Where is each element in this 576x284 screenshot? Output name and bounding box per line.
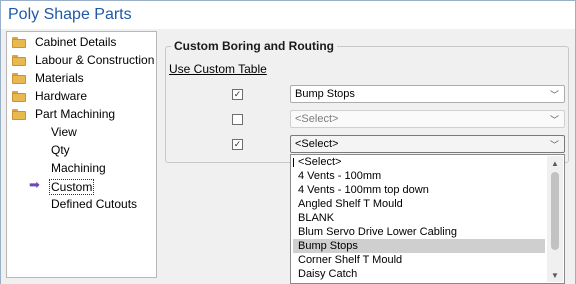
scroll-down-icon[interactable]: ▼ (547, 268, 563, 282)
dropdown-option-highlighted[interactable]: Bump Stops (293, 239, 545, 253)
tree-item-hardware[interactable]: Hardware (12, 87, 87, 105)
navigation-tree: Cabinet Details Labour & Construction Ma… (6, 31, 157, 278)
tree-item-cabinet-details[interactable]: Cabinet Details (12, 33, 116, 51)
combo-value: <Select> (295, 113, 339, 125)
group-title: Custom Boring and Routing (171, 39, 337, 53)
folder-icon (12, 36, 26, 48)
window-title: Poly Shape Parts (8, 6, 132, 23)
tree-item-label: Qty (51, 143, 70, 157)
tree-item-label: Labour & Construction (35, 53, 155, 67)
tree-item-label: Part Machining (35, 107, 116, 121)
combo-value: <Select> (295, 138, 339, 150)
folder-icon (12, 72, 26, 84)
folder-icon (12, 54, 26, 66)
row-2-combo[interactable]: <Select> ﹀ (290, 110, 565, 128)
dropdown-option[interactable]: Angled Shelf T Mould (293, 197, 545, 211)
row-3-combo[interactable]: <Select> ﹀ (290, 135, 565, 153)
tree-item-view[interactable]: View (51, 123, 77, 141)
dropdown-option[interactable]: <Select> (293, 155, 545, 169)
dropdown-option[interactable]: Blum Servo Drive Lower Cabling (293, 225, 545, 239)
tree-item-label: Custom (49, 179, 95, 195)
chevron-down-icon: ﹀ (549, 140, 559, 150)
row-3-dropdown-list[interactable]: <Select> 4 Vents - 100mm 4 Vents - 100mm… (290, 154, 565, 284)
tree-item-label: Cabinet Details (35, 35, 117, 49)
check-icon: ✓ (233, 89, 242, 99)
tree-item-defined-cutouts[interactable]: Defined Cutouts (51, 195, 137, 213)
title-bar: Poly Shape Parts (1, 1, 575, 29)
tree-item-label: View (51, 125, 77, 139)
row-2-checkbox[interactable] (232, 114, 243, 125)
scrollbar-thumb[interactable] (551, 172, 559, 250)
tree-item-label: Hardware (35, 89, 88, 103)
tree-item-labour-construction[interactable]: Labour & Construction (12, 51, 154, 69)
dropdown-option[interactable]: 4 Vents - 100mm (293, 169, 545, 183)
folder-icon (12, 90, 26, 102)
tree-item-part-machining[interactable]: Part Machining (12, 105, 115, 123)
chevron-down-icon: ﹀ (549, 90, 559, 100)
open-folder-icon (12, 108, 26, 120)
dropdown-option[interactable]: BLANK (293, 211, 545, 225)
dropdown-option[interactable]: 4 Vents - 100mm top down (293, 183, 545, 197)
chevron-down-icon: ﹀ (549, 115, 559, 125)
tree-item-label: Materials (35, 71, 84, 85)
tree-item-qty[interactable]: Qty (51, 141, 70, 159)
poly-shape-parts-window: Poly Shape Parts Cabinet Details Labour … (0, 0, 576, 284)
scroll-up-icon[interactable]: ▲ (547, 156, 563, 170)
tree-item-label: Machining (51, 161, 106, 175)
row-3-checkbox[interactable]: ✓ (232, 139, 243, 150)
row-1-combo[interactable]: Bump Stops ﹀ (290, 85, 565, 103)
combo-value: Bump Stops (295, 88, 355, 100)
check-icon: ✓ (233, 139, 242, 149)
tree-item-custom[interactable]: Custom (49, 178, 95, 196)
selection-arrow-icon: ➡ (29, 177, 40, 192)
tree-item-materials[interactable]: Materials (12, 69, 84, 87)
use-custom-table-label[interactable]: Use Custom Table (169, 62, 267, 76)
dropdown-option[interactable]: Corner Shelf T Mould (293, 253, 545, 267)
tree-item-machining[interactable]: Machining (51, 159, 106, 177)
tree-item-label: Defined Cutouts (51, 197, 138, 211)
row-1-checkbox[interactable]: ✓ (232, 89, 243, 100)
dropdown-option[interactable]: Daisy Catch (293, 267, 545, 281)
dropdown-scrollbar[interactable]: ▲ ▼ (547, 156, 563, 282)
